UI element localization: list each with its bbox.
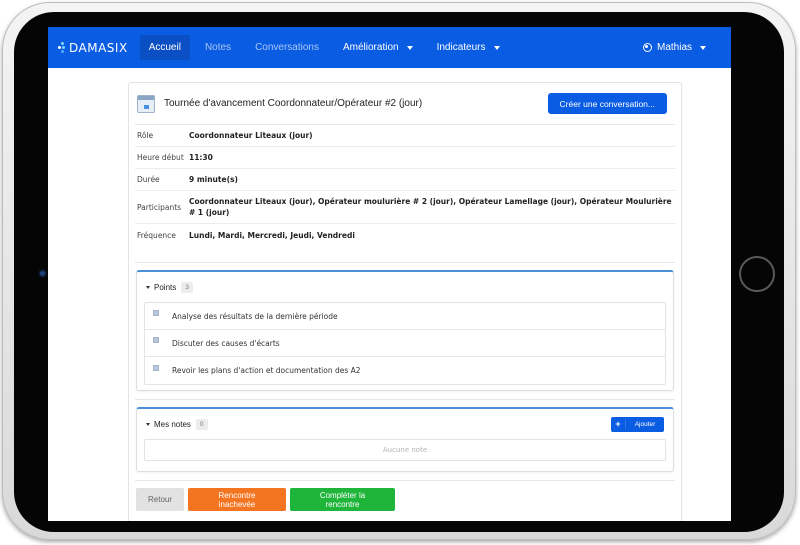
nav-label: Conversations <box>255 42 319 53</box>
navbar: DAMASIX Accueil Notes Conversations Amél… <box>48 27 731 68</box>
caret-down-icon <box>700 45 706 50</box>
info-row-start: Heure début 11:30 <box>135 147 675 169</box>
list-item: Discuter des causes d'écarts <box>145 330 665 357</box>
point-checkbox[interactable] <box>153 310 159 316</box>
logo-icon <box>58 42 67 53</box>
notes-panel: Mes notes 0 + Ajouter Aucune note <box>136 407 674 472</box>
nav-item-notes[interactable]: Notes <box>196 35 240 60</box>
meeting-card: Tournée d'avancement Coordonnateur/Opéra… <box>128 82 682 521</box>
action-buttons: Retour Rencontre inachevée Compléter la … <box>136 488 399 511</box>
add-note-label: Ajouter <box>634 420 656 428</box>
point-checkbox[interactable] <box>153 337 159 343</box>
brand-name: DAMASIX <box>69 40 128 55</box>
info-row-participants: Participants Coordonnateur Liteaux (jour… <box>135 191 675 224</box>
create-conversation-button[interactable]: Créer une conversation... <box>547 93 667 114</box>
info-value: Coordonnateur Liteaux (jour) <box>189 131 313 140</box>
collapse-icon[interactable] <box>146 422 150 426</box>
info-value: Coordonnateur Liteaux (jour), Opérateur … <box>189 197 672 217</box>
camera-icon <box>40 271 45 276</box>
list-item: Analyse des résultats de la dernière pér… <box>145 303 665 330</box>
info-row-frequency: Fréquence Lundi, Mardi, Mercredi, Jeudi,… <box>135 224 675 247</box>
points-toggle[interactable]: Points 3 <box>137 272 673 302</box>
info-value: Lundi, Mardi, Mercredi, Jeudi, Vendredi <box>189 231 355 240</box>
points-list: Analyse des résultats de la dernière pér… <box>144 302 666 385</box>
divider <box>135 262 675 263</box>
nav-label: Indicateurs <box>436 42 486 53</box>
nav-item-conversations[interactable]: Conversations <box>246 35 328 60</box>
empty-text: Aucune note <box>382 446 428 454</box>
notes-header: Mes notes 0 + Ajouter <box>137 409 673 439</box>
card-header: Tournée d'avancement Coordonnateur/Opéra… <box>135 83 675 125</box>
info-label: Fréquence <box>137 231 176 240</box>
point-text: Discuter des causes d'écarts <box>172 338 280 348</box>
points-panel: Points 3 Analyse des résultats de la der… <box>136 270 674 391</box>
notes-title[interactable]: Mes notes <box>154 420 191 429</box>
user-menu[interactable]: Mathias <box>634 35 715 60</box>
divider <box>135 480 675 481</box>
point-text: Analyse des résultats de la dernière pér… <box>172 311 338 321</box>
nav-item-amelioration[interactable]: Amélioration <box>334 35 422 60</box>
add-note-button[interactable]: + Ajouter <box>611 416 664 432</box>
nav-label: Accueil <box>148 42 181 53</box>
info-label: Durée <box>137 175 160 184</box>
info-label: Rôle <box>137 131 154 140</box>
info-row-role: Rôle Coordonnateur Liteaux (jour) <box>135 125 675 147</box>
home-button[interactable] <box>739 256 775 292</box>
nav-label: Amélioration <box>342 42 399 53</box>
notes-count-badge: 0 <box>195 418 208 430</box>
screen: DAMASIX Accueil Notes Conversations Amél… <box>48 27 731 521</box>
notes-empty-state: Aucune note <box>144 439 666 461</box>
points-count-badge: 3 <box>181 281 193 293</box>
user-name: Mathias <box>656 42 692 53</box>
nav-item-indicateurs[interactable]: Indicateurs <box>428 35 509 60</box>
nav-item-accueil[interactable]: Accueil <box>139 35 190 60</box>
complete-meeting-button[interactable]: Compléter la rencontre <box>290 488 395 511</box>
collapse-icon <box>146 285 150 289</box>
info-value: 9 minute(s) <box>189 175 238 184</box>
nav-label: Notes <box>204 42 232 53</box>
meeting-title: Tournée d'avancement Coordonnateur/Opéra… <box>164 98 423 109</box>
point-checkbox[interactable] <box>153 364 159 371</box>
incomplete-meeting-button[interactable]: Rencontre inachevée <box>188 488 286 511</box>
user-icon <box>642 43 652 52</box>
divider <box>135 399 675 400</box>
info-label: Heure début <box>137 153 184 162</box>
point-text: Revoir les plans d'action et documentati… <box>172 366 361 375</box>
plus-icon: + <box>611 419 626 429</box>
info-row-duration: Durée 9 minute(s) <box>135 169 675 191</box>
brand-logo[interactable]: DAMASIX <box>58 41 128 55</box>
calendar-icon <box>137 94 155 113</box>
info-value: 11:30 <box>189 153 213 162</box>
back-button[interactable]: Retour <box>136 488 184 511</box>
list-item: Revoir les plans d'action et documentati… <box>145 357 665 384</box>
info-label: Participants <box>137 202 182 212</box>
points-title: Points <box>154 282 177 292</box>
caret-down-icon <box>493 45 500 50</box>
meeting-info: Rôle Coordonnateur Liteaux (jour) Heure … <box>135 125 675 247</box>
caret-down-icon <box>406 45 413 50</box>
